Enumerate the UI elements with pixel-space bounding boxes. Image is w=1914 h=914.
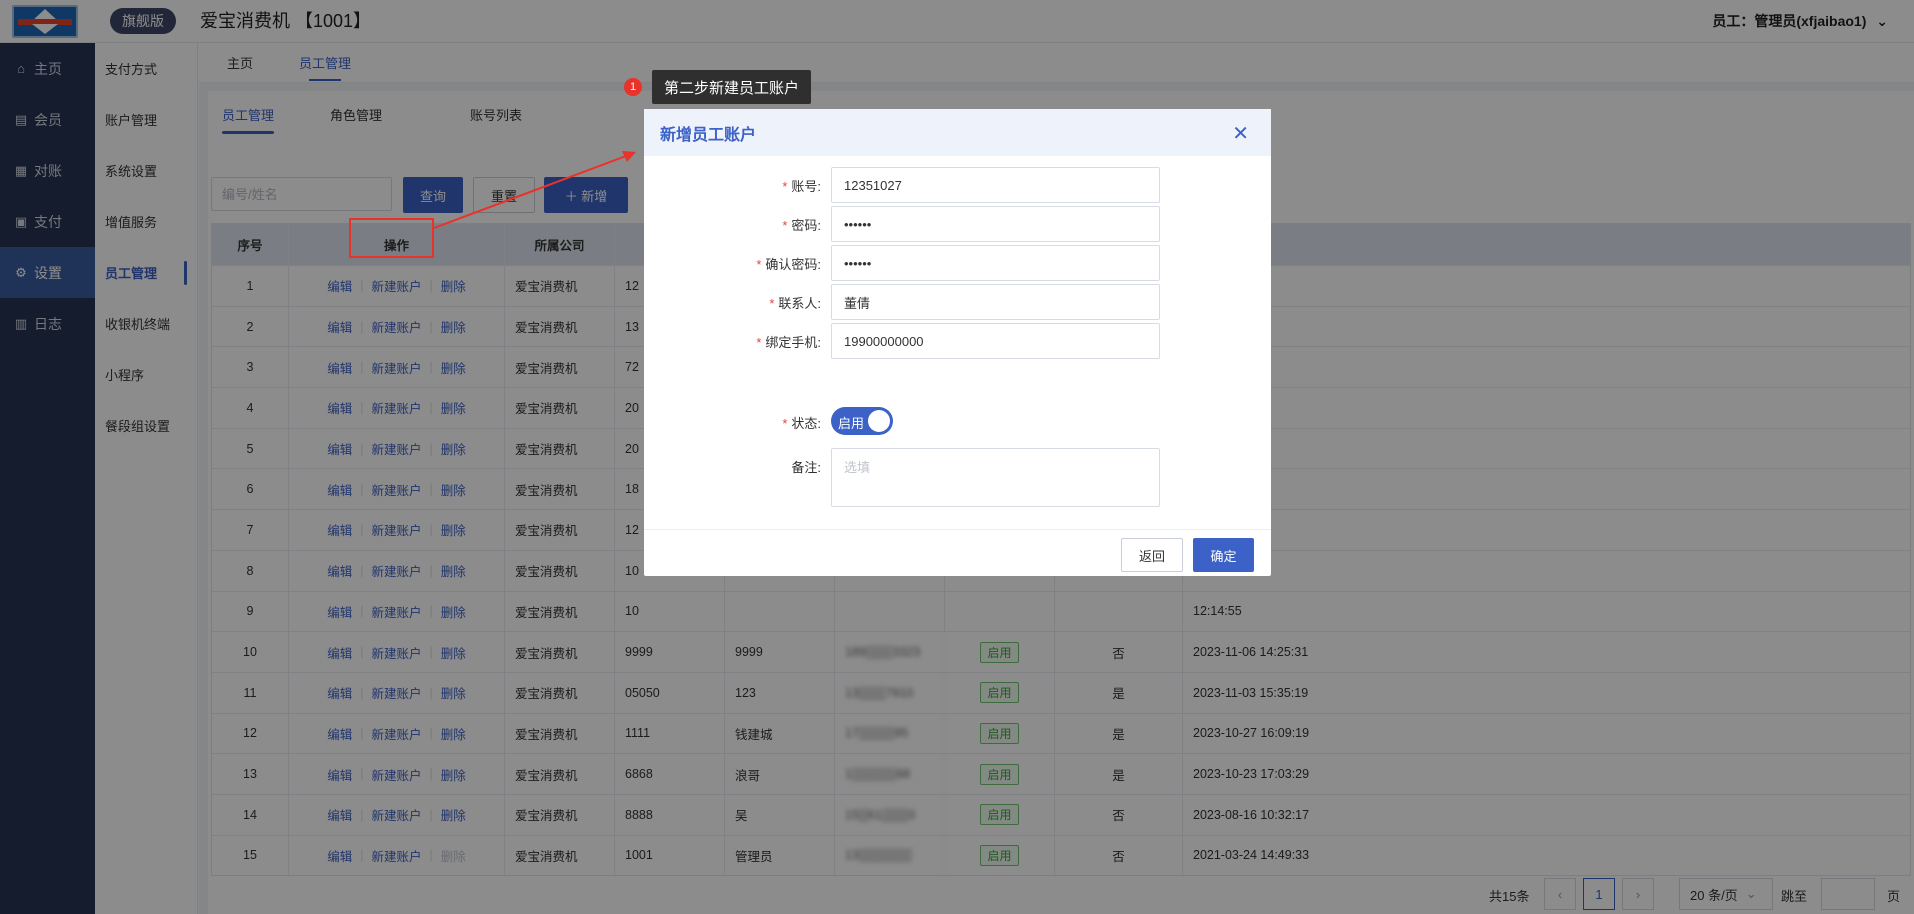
note-label: 备注: — [791, 460, 821, 475]
phone-label: * 绑定手机: — [756, 335, 821, 350]
note-row: 备注: 选填 — [644, 448, 1271, 507]
close-icon[interactable]: ✕ — [1232, 121, 1249, 146]
add-staff-dialog: 新增员工账户 ✕ * 账号: 12351027 * 密码: •••••• * 确认密码: •••… — [644, 109, 1271, 576]
status-toggle[interactable]: 启用 — [831, 407, 893, 435]
contact-label: * 联系人: — [769, 296, 821, 311]
note-textarea[interactable]: 选填 — [831, 448, 1160, 507]
contact-input[interactable]: 董倩 — [831, 284, 1160, 320]
dialog-title: 新增员工账户 — [660, 126, 757, 144]
password-input[interactable]: •••••• — [831, 206, 1160, 242]
confirm-password-input[interactable]: •••••• — [831, 245, 1160, 281]
back-button[interactable]: 返回 — [1121, 538, 1183, 572]
dialog-footer: 返回 确定 — [644, 529, 1271, 576]
account-input[interactable]: 12351027 — [831, 167, 1160, 203]
account-label: * 账号: — [782, 179, 821, 194]
confirm-button[interactable]: 确定 — [1193, 538, 1254, 572]
step-label: 第二步新建员工账户 — [652, 70, 812, 104]
account-row: * 账号: 12351027 — [644, 167, 1271, 203]
contact-row: * 联系人: 董倩 — [644, 284, 1271, 320]
status-toggle-text: 启用 — [838, 416, 865, 431]
phone-input[interactable]: 19900000000 — [831, 323, 1160, 359]
status-row: * 状态: 启用 — [644, 404, 1271, 440]
password-row: * 密码: •••••• — [644, 206, 1271, 242]
status-label: * 状态: — [782, 416, 821, 431]
highlight-new-account — [349, 218, 434, 258]
toggle-knob — [868, 410, 890, 432]
confirm-password-row: * 确认密码: •••••• — [644, 245, 1271, 281]
confirm-password-label: * 确认密码: — [756, 257, 821, 272]
dialog-header: 新增员工账户 ✕ — [644, 109, 1271, 156]
phone-row: * 绑定手机: 19900000000 — [644, 323, 1271, 359]
step-badge: 1 — [624, 78, 642, 96]
password-label: * 密码: — [782, 218, 821, 233]
